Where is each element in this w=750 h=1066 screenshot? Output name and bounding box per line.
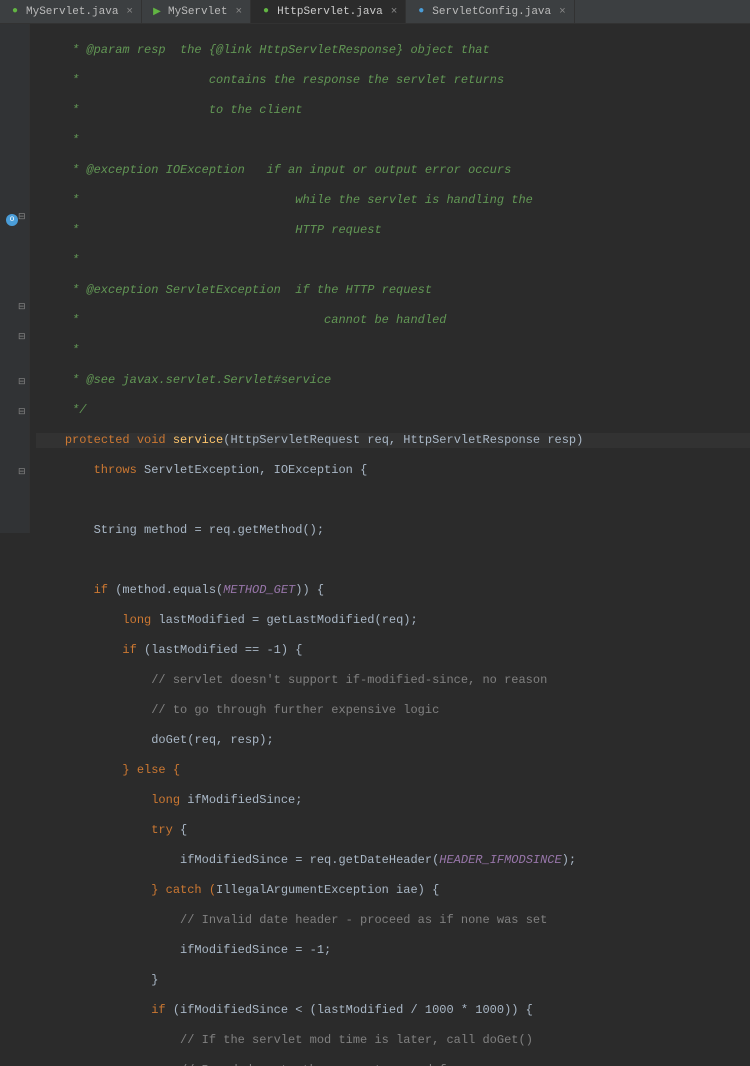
- tab-label: HttpServlet.java: [277, 6, 383, 18]
- var: lastModified: [158, 613, 244, 627]
- javadoc-line: * @exception ServletException if the HTT…: [36, 283, 432, 297]
- keyword: if: [94, 583, 108, 597]
- code-area[interactable]: * @param resp the {@link HttpServletResp…: [30, 24, 750, 533]
- javadoc-line: *: [36, 253, 79, 267]
- tab-servletconfig-java[interactable]: ● ServletConfig.java ×: [406, 0, 574, 23]
- cond: (ifModifiedSince < (lastModified / 1000 …: [173, 1003, 533, 1017]
- fold-collapse-icon[interactable]: ⊟: [18, 407, 26, 417]
- keyword: protected: [65, 433, 130, 447]
- highlighted-line: protected void service(HttpServletReques…: [36, 433, 750, 448]
- exception: ServletException: [144, 463, 259, 477]
- keyword: long: [122, 613, 151, 627]
- keyword: try: [151, 823, 173, 837]
- fold-collapse-icon[interactable]: ⊟: [18, 332, 26, 342]
- gutter: ⊟ o ⊟ ⊟ ⊟ ⊟ ⊟: [0, 24, 30, 533]
- call: req.getMethod();: [209, 523, 324, 537]
- javadoc-line: */: [36, 403, 86, 417]
- keyword: if: [151, 1003, 165, 1017]
- javadoc-line: * HTTP request: [36, 223, 382, 237]
- java-class-icon: ●: [8, 5, 22, 19]
- java-class-icon: ●: [259, 5, 273, 19]
- editor: ⊟ o ⊟ ⊟ ⊟ ⊟ ⊟ * @param resp the {@link H…: [0, 24, 750, 533]
- call: getLastModified(req);: [266, 613, 417, 627]
- brace: {: [353, 463, 367, 477]
- keyword: long: [151, 793, 180, 807]
- keyword: } else {: [122, 763, 180, 777]
- fold-collapse-icon[interactable]: ⊟: [18, 467, 26, 477]
- tab-myservlet-run[interactable]: ▶ MyServlet ×: [142, 0, 251, 23]
- text: );: [562, 853, 576, 867]
- eq: =: [245, 613, 267, 627]
- comment: // servlet doesn't support if-modified-s…: [151, 673, 547, 687]
- var: ifModifiedSince;: [187, 793, 302, 807]
- params: (HttpServletRequest req, HttpServletResp…: [223, 433, 583, 447]
- comment: // Round down to the nearest second for …: [180, 1063, 583, 1066]
- keyword: void: [137, 433, 166, 447]
- comment: // If the servlet mod time is later, cal…: [180, 1033, 533, 1047]
- cond: (lastModified == -1) {: [144, 643, 302, 657]
- text: )) {: [295, 583, 324, 597]
- tab-label: ServletConfig.java: [432, 6, 551, 18]
- javadoc-line: * @param resp the {@link HttpServletResp…: [36, 43, 490, 57]
- type: String: [94, 523, 137, 537]
- javadoc-line: * while the servlet is handling the: [36, 193, 533, 207]
- brace: }: [151, 973, 158, 987]
- tab-myservlet-java[interactable]: ● MyServlet.java ×: [0, 0, 142, 23]
- brace: {: [173, 823, 187, 837]
- close-icon[interactable]: ×: [235, 6, 242, 18]
- java-interface-icon: ●: [414, 5, 428, 19]
- fold-collapse-icon[interactable]: ⊟: [18, 377, 26, 387]
- exception: IOException: [274, 463, 353, 477]
- keyword: if: [122, 643, 136, 657]
- fold-collapse-icon[interactable]: ⊟: [18, 302, 26, 312]
- type: IllegalArgumentException: [216, 883, 389, 897]
- keyword: throws: [94, 463, 137, 477]
- javadoc-line: * to the client: [36, 103, 302, 117]
- method-name: service: [173, 433, 223, 447]
- text: ifModifiedSince = req.getDateHeader(: [180, 853, 439, 867]
- javadoc-line: * cannot be handled: [36, 313, 446, 327]
- stmt: ifModifiedSince = -1;: [180, 943, 331, 957]
- run-icon: ▶: [150, 5, 164, 19]
- comment: // to go through further expensive logic: [151, 703, 439, 717]
- tab-label: MyServlet: [168, 6, 227, 18]
- close-icon[interactable]: ×: [126, 6, 133, 18]
- javadoc-line: * @exception IOException if an input or …: [36, 163, 511, 177]
- javadoc-line: * contains the response the servlet retu…: [36, 73, 504, 87]
- close-icon[interactable]: ×: [559, 6, 566, 18]
- keyword: } catch (: [151, 883, 216, 897]
- tab-httpservlet-java[interactable]: ● HttpServlet.java ×: [251, 0, 406, 23]
- param: iae) {: [389, 883, 439, 897]
- javadoc-line: *: [36, 343, 79, 357]
- javadoc-line: *: [36, 133, 79, 147]
- call: doGet(req, resp);: [151, 733, 273, 747]
- javadoc-line: * @see javax.servlet.Servlet#service: [36, 373, 331, 387]
- tab-label: MyServlet.java: [26, 6, 118, 18]
- close-icon[interactable]: ×: [391, 6, 398, 18]
- constant: HEADER_IFMODSINCE: [439, 853, 561, 867]
- comment: // Invalid date header - proceed as if n…: [180, 913, 547, 927]
- text: (method.equals(: [108, 583, 223, 597]
- constant: METHOD_GET: [223, 583, 295, 597]
- fold-collapse-icon[interactable]: ⊟: [18, 212, 26, 222]
- eq: =: [187, 523, 209, 537]
- override-icon[interactable]: o: [6, 214, 18, 226]
- tab-bar: ● MyServlet.java × ▶ MyServlet × ● HttpS…: [0, 0, 750, 24]
- var: method: [144, 523, 187, 537]
